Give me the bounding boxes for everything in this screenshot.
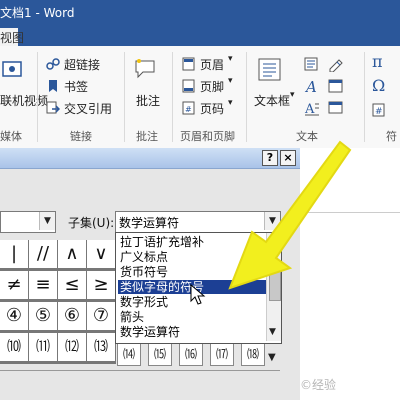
header-button[interactable]: 页眉 <box>200 56 224 73</box>
scroll-down-icon[interactable]: ▼ <box>269 327 276 337</box>
group-symbols-label: 符 <box>386 130 397 143</box>
symbol-cell[interactable]: ⑦ <box>87 302 116 331</box>
ribbon-tab-row <box>0 24 400 46</box>
subset-label: 子集(U): <box>68 216 115 230</box>
divider <box>0 370 280 371</box>
symbol-cell[interactable]: ⑽ <box>0 333 29 362</box>
page-number-button[interactable]: 页码 <box>200 100 224 117</box>
symbol-cell[interactable]: ⒀ <box>87 333 116 362</box>
group-comments-label: 批注 <box>136 130 158 143</box>
dropcap-icon[interactable]: A <box>304 100 320 117</box>
symbol-cell[interactable]: ⒃ <box>179 342 203 366</box>
signature-line-icon[interactable] <box>328 56 344 73</box>
page-number-dropdown-icon[interactable]: ▾ <box>228 98 233 108</box>
separator <box>124 52 125 142</box>
title-bar: 文档1 - Word <box>0 0 400 24</box>
symbol-cell[interactable]: ∨ <box>87 240 116 269</box>
hyperlink-button[interactable]: 超链接 <box>64 56 100 73</box>
symbol-grid: | // ∧ ∨ ≠ ≡ ≤ ≥ ④ ⑤ ⑥ ⑦ ⑽ ⑾ ⑿ ⒀ <box>0 240 116 364</box>
group-media-label: 媒体 <box>0 130 22 143</box>
symbol-cell[interactable]: ⒂ <box>148 342 172 366</box>
chevron-down-icon[interactable]: ▼ <box>39 212 55 230</box>
ribbon: 联机视频 媒体 超链接 书签 交叉引用 链接 批注 批注 页眉 ▾ 页脚 ▾ #… <box>0 46 400 149</box>
group-links-label: 链接 <box>70 130 92 143</box>
tab-view[interactable]: 视图 <box>0 28 24 46</box>
separator <box>246 52 247 142</box>
wordart-icon[interactable]: A <box>304 78 320 96</box>
svg-text:#: # <box>375 107 383 117</box>
header-icon <box>182 56 196 71</box>
footer-button[interactable]: 页脚 <box>200 78 224 95</box>
svg-text:A: A <box>304 102 315 116</box>
footer-icon <box>182 78 196 93</box>
svg-text:#: # <box>185 105 192 114</box>
bookmark-icon <box>46 78 60 92</box>
symbol-cell[interactable]: ⒁ <box>117 342 141 366</box>
symbol-cell[interactable]: ⑥ <box>58 302 87 331</box>
symbol-button[interactable]: Ω <box>372 76 385 95</box>
symbol-cell[interactable]: ∧ <box>58 240 87 269</box>
hyperlink-icon <box>46 56 60 70</box>
window-title: 文档1 - Word <box>0 6 75 20</box>
page-number-icon: # <box>182 100 196 115</box>
svg-text:A: A <box>304 78 317 94</box>
symbol-cell[interactable]: ≥ <box>87 271 116 300</box>
comment-button[interactable]: 批注 <box>136 92 160 109</box>
symbol-cell[interactable]: ≡ <box>29 271 58 300</box>
comment-icon[interactable] <box>134 58 156 80</box>
online-video-icon[interactable] <box>2 60 24 80</box>
number-icon[interactable]: # <box>372 102 386 117</box>
tab-view-label: 视图 <box>0 31 25 45</box>
symbol-cell[interactable]: // <box>29 240 58 269</box>
date-time-icon[interactable] <box>328 78 344 94</box>
cross-reference-icon <box>46 100 61 114</box>
annotation-arrow-icon <box>228 140 352 290</box>
online-video-button[interactable]: 联机视频 <box>0 92 48 109</box>
header-dropdown-icon[interactable]: ▾ <box>228 54 233 64</box>
quick-parts-icon[interactable] <box>304 56 320 72</box>
font-select[interactable]: ▼ <box>0 211 56 233</box>
cross-reference-button[interactable]: 交叉引用 <box>64 100 112 117</box>
equation-button[interactable]: π <box>372 52 383 71</box>
symbol-cell[interactable]: ⑤ <box>29 302 58 331</box>
separator <box>172 52 173 142</box>
symbol-cell[interactable]: | <box>0 240 29 269</box>
symbol-cell[interactable]: ≠ <box>0 271 29 300</box>
list-item[interactable]: 数学运算符 <box>118 325 268 339</box>
textbox-icon[interactable] <box>258 58 282 82</box>
textbox-button[interactable]: 文本框 <box>254 92 290 109</box>
symbol-cell[interactable]: ⒅ <box>241 342 265 366</box>
list-item[interactable]: 箭头 <box>118 310 268 324</box>
symbol-cell[interactable]: ⒄ <box>210 342 234 366</box>
footer-dropdown-icon[interactable]: ▾ <box>228 76 233 86</box>
symbol-cell[interactable]: ⑾ <box>29 333 58 362</box>
symbol-cell[interactable]: ④ <box>0 302 29 331</box>
grid-scroll-down-icon[interactable]: ▼ <box>268 352 276 363</box>
watermark: ©经验 <box>300 378 337 392</box>
symbol-cell[interactable]: ≤ <box>58 271 87 300</box>
separator <box>37 52 38 142</box>
object-icon[interactable] <box>328 100 344 116</box>
separator <box>364 52 365 142</box>
subset-value: 数学运算符 <box>119 216 180 230</box>
textbox-dropdown-icon[interactable]: ▾ <box>290 90 295 100</box>
bookmark-button[interactable]: 书签 <box>64 78 88 95</box>
symbol-cell[interactable]: ⑿ <box>58 333 87 362</box>
